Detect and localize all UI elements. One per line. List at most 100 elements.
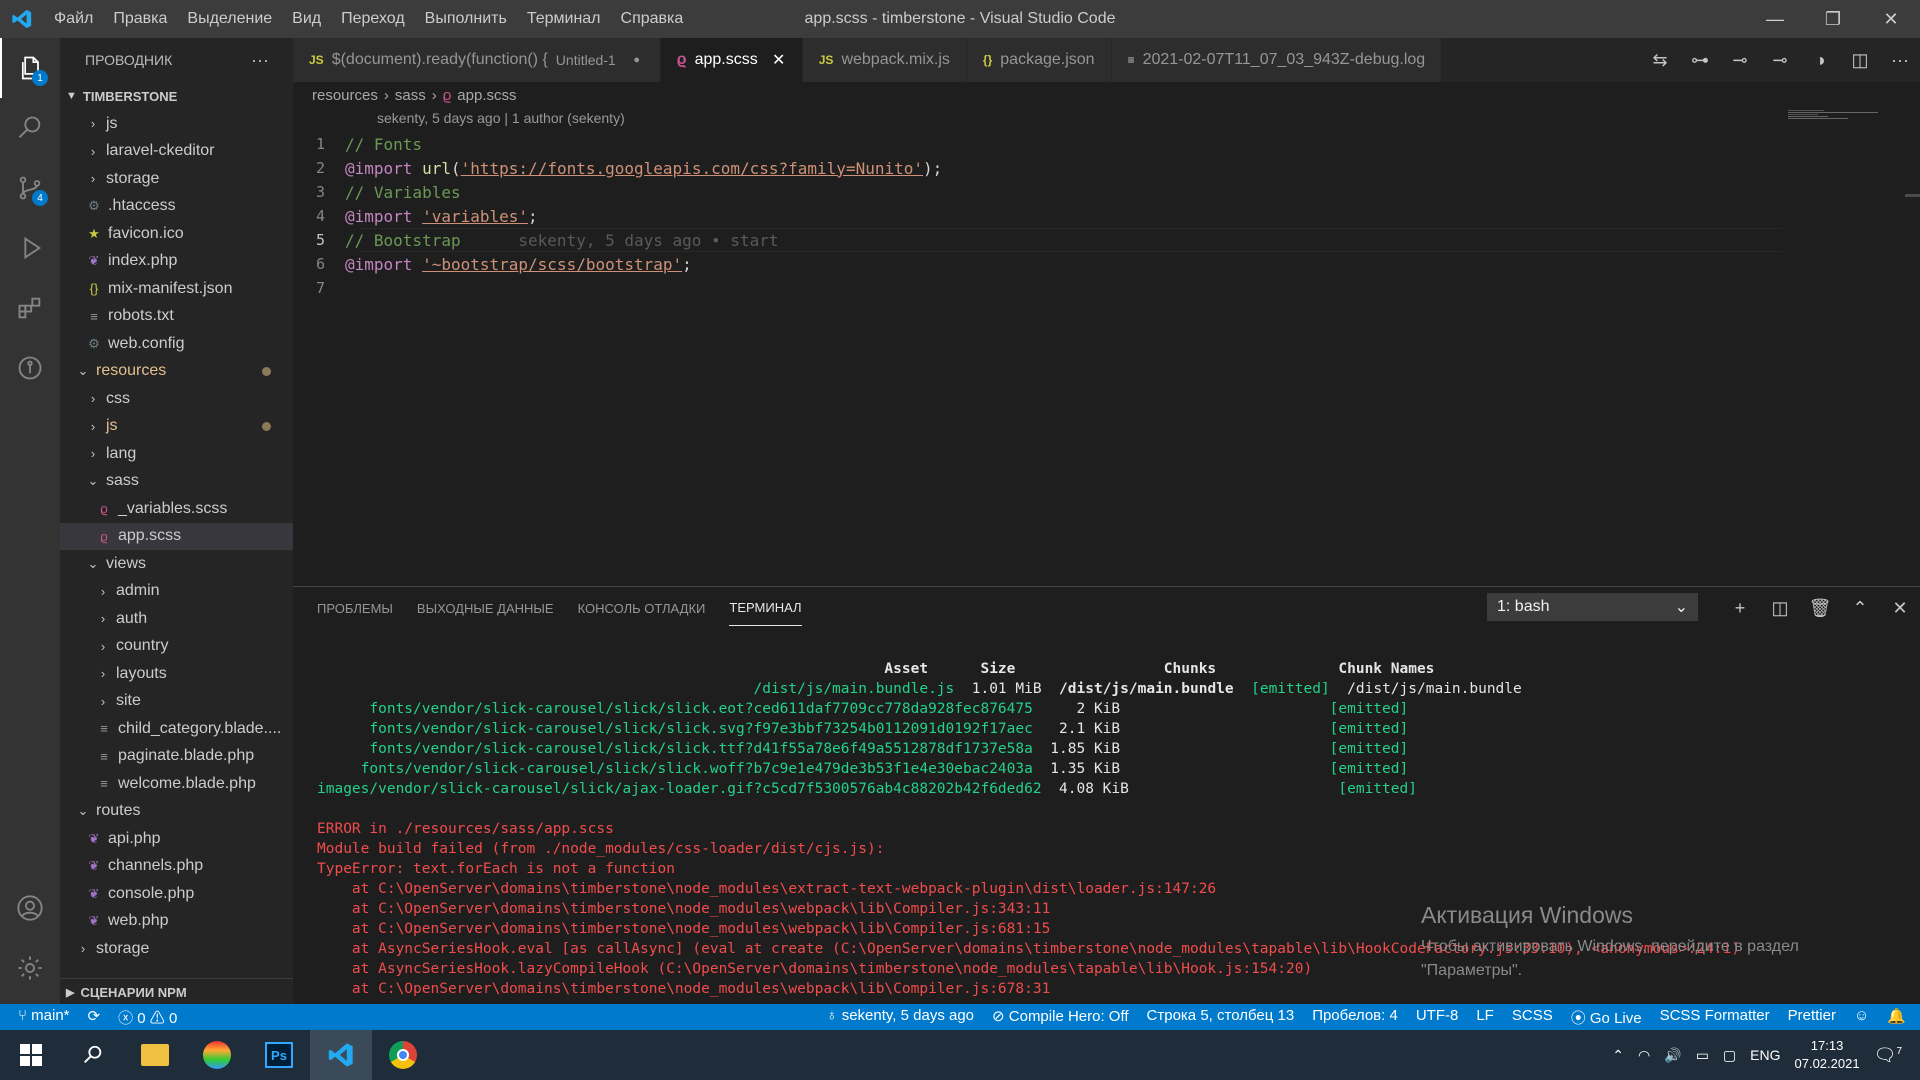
battery-icon[interactable]: ▭ bbox=[1696, 1047, 1709, 1064]
blame-toggle-icon[interactable]: ◑ bbox=[1800, 50, 1840, 71]
tree-item[interactable]: ⌄ resources bbox=[60, 358, 293, 386]
menu-item[interactable]: Выполнить bbox=[415, 10, 517, 27]
tree-item[interactable]: › country bbox=[60, 633, 293, 661]
search-icon[interactable] bbox=[62, 1030, 124, 1080]
tree-item[interactable]: › layouts bbox=[60, 660, 293, 688]
tree-item[interactable]: ϱ _variables.scss bbox=[60, 495, 293, 523]
menu-item[interactable]: Вид bbox=[282, 10, 331, 27]
scrollbar[interactable] bbox=[1905, 194, 1920, 197]
tree-item[interactable]: ❦ channels.php bbox=[60, 853, 293, 881]
trash-icon[interactable]: 🗑 bbox=[1800, 598, 1840, 619]
tree-item[interactable]: ❦ api.php bbox=[60, 825, 293, 853]
chevron-up-icon[interactable]: ⌃ bbox=[1612, 1047, 1624, 1064]
tree-item[interactable]: ⌄ views bbox=[60, 550, 293, 578]
more-actions-icon[interactable]: ··· bbox=[251, 50, 269, 71]
editor-tab[interactable]: ϱ app.scss ✕ bbox=[660, 38, 803, 82]
tree-item[interactable]: ≡ child_category.blade.... bbox=[60, 715, 293, 743]
menu-item[interactable]: Переход bbox=[331, 10, 415, 27]
vscode-logo-icon[interactable] bbox=[0, 8, 44, 30]
wifi-icon[interactable]: ◠ bbox=[1638, 1047, 1650, 1064]
clock[interactable]: 17:13 07.02.2021 bbox=[1795, 1037, 1860, 1073]
tree-item[interactable]: › css bbox=[60, 385, 293, 413]
code-editor[interactable]: 1 // Fonts 2 @import url('https://fonts.goo… bbox=[293, 132, 1773, 300]
panel-tab[interactable]: ВЫХОДНЫЕ ДАННЫЕ bbox=[417, 591, 554, 626]
menu-item[interactable]: Терминал bbox=[517, 10, 611, 27]
tree-item[interactable]: › storage bbox=[60, 935, 293, 963]
file-explorer-icon[interactable] bbox=[124, 1030, 186, 1080]
gitlens-icon[interactable] bbox=[0, 338, 60, 398]
compile-hero[interactable]: ⊘ Compile Hero: Off bbox=[992, 1007, 1129, 1028]
tree-item[interactable]: › lang bbox=[60, 440, 293, 468]
go-live[interactable]: ⦿ Go Live bbox=[1571, 1007, 1642, 1028]
explorer-icon[interactable]: 1 bbox=[0, 38, 60, 98]
tree-item[interactable]: ❦ console.php bbox=[60, 880, 293, 908]
unsaved-dot-icon[interactable]: ● bbox=[630, 54, 644, 66]
editor-tab[interactable]: {} package.json bbox=[966, 38, 1112, 82]
cursor-position[interactable]: Строка 5, столбец 13 bbox=[1147, 1007, 1295, 1028]
tree-item[interactable]: ⌄ sass bbox=[60, 468, 293, 496]
split-editor-icon[interactable]: ◫ bbox=[1840, 50, 1880, 71]
tree-item[interactable]: ❦ web.php bbox=[60, 908, 293, 936]
scss-formatter[interactable]: SCSS Formatter bbox=[1660, 1007, 1770, 1028]
close-tab-icon[interactable]: ✕ bbox=[772, 50, 786, 70]
npm-scripts-section[interactable]: ▶ СЦЕНАРИИ NPM bbox=[60, 978, 293, 1006]
breadcrumb-item[interactable]: sass bbox=[395, 87, 426, 104]
settings-gear-icon[interactable] bbox=[0, 938, 60, 998]
menu-item[interactable]: Справка bbox=[611, 10, 694, 27]
notification-center-icon[interactable]: 🗨7 bbox=[1874, 1045, 1902, 1066]
tree-item[interactable]: {} mix-manifest.json bbox=[60, 275, 293, 303]
problems-item[interactable]: ⓧ 0 ⚠ 0 bbox=[118, 1007, 177, 1028]
more-icon[interactable]: ··· bbox=[1880, 50, 1920, 71]
tree-item[interactable]: ★ favicon.ico bbox=[60, 220, 293, 248]
tree-item[interactable]: › storage bbox=[60, 165, 293, 193]
editor-tab[interactable]: JS webpack.mix.js bbox=[802, 38, 967, 82]
workspace-root[interactable]: ▼ TIMBERSTONE bbox=[60, 82, 293, 110]
minimap[interactable] bbox=[1788, 108, 1898, 120]
panel-tab[interactable]: КОНСОЛЬ ОТЛАДКИ bbox=[578, 591, 706, 626]
rainbow-app-icon[interactable] bbox=[186, 1030, 248, 1080]
tree-item[interactable]: ⚙ .htaccess bbox=[60, 193, 293, 221]
panel-tab[interactable]: ТЕРМИНАЛ bbox=[729, 590, 802, 626]
minimize-icon[interactable]: — bbox=[1746, 0, 1804, 38]
input-language[interactable]: ENG bbox=[1750, 1047, 1780, 1063]
previous-change-icon[interactable]: ⊸ bbox=[1720, 50, 1760, 71]
monitor-icon[interactable]: ▢ bbox=[1723, 1047, 1736, 1064]
status-blame[interactable]: ♁ sekenty, 5 days ago bbox=[826, 1007, 974, 1028]
language-mode[interactable]: SCSS bbox=[1512, 1007, 1553, 1028]
tree-item[interactable]: › site bbox=[60, 688, 293, 716]
editor-tab[interactable]: ≡ 2021-02-07T11_07_03_943Z-debug.log bbox=[1111, 38, 1443, 82]
windows-start-icon[interactable] bbox=[0, 1030, 62, 1080]
editor-tab[interactable]: JS $(document).ready(function() {Untitled… bbox=[293, 38, 661, 82]
indentation[interactable]: Пробелов: 4 bbox=[1312, 1007, 1398, 1028]
next-change-icon[interactable]: ⊸ bbox=[1760, 50, 1800, 71]
terminal-select[interactable]: 1: bash ⌄ bbox=[1487, 593, 1698, 621]
prettier[interactable]: Prettier bbox=[1788, 1007, 1836, 1028]
panel-tab[interactable]: ПРОБЛЕМЫ bbox=[317, 591, 393, 626]
source-control-icon[interactable]: 4 bbox=[0, 158, 60, 218]
menu-item[interactable]: Выделение bbox=[177, 10, 282, 27]
maximize-panel-icon[interactable]: ⌃ bbox=[1840, 598, 1880, 619]
search-icon[interactable] bbox=[0, 98, 60, 158]
close-window-icon[interactable]: ✕ bbox=[1862, 0, 1920, 38]
tree-item[interactable]: ⚙ web.config bbox=[60, 330, 293, 358]
run-debug-icon[interactable] bbox=[0, 218, 60, 278]
tree-item[interactable]: ≡ paginate.blade.php bbox=[60, 743, 293, 771]
tree-item[interactable]: › auth bbox=[60, 605, 293, 633]
tree-item[interactable]: › js bbox=[60, 110, 293, 138]
chrome-icon[interactable] bbox=[372, 1030, 434, 1080]
breadcrumb-item[interactable]: app.scss bbox=[457, 87, 516, 104]
accounts-icon[interactable] bbox=[0, 878, 60, 938]
end-of-line[interactable]: LF bbox=[1476, 1007, 1494, 1028]
tree-item[interactable]: › laravel-ckeditor bbox=[60, 138, 293, 166]
notifications-icon[interactable]: 🔔 bbox=[1887, 1007, 1906, 1028]
tree-item[interactable]: ϱ app.scss bbox=[60, 522, 293, 550]
feedback-icon[interactable]: ☺ bbox=[1854, 1007, 1869, 1028]
git-commit-icon[interactable]: ⊶ bbox=[1680, 50, 1720, 71]
close-panel-icon[interactable]: ✕ bbox=[1880, 598, 1920, 619]
volume-icon[interactable]: 🔊 bbox=[1664, 1047, 1681, 1064]
branch-item[interactable]: ⑂ main* bbox=[18, 1007, 70, 1028]
menu-item[interactable]: Файл bbox=[44, 10, 103, 27]
menu-item[interactable]: Правка bbox=[103, 10, 177, 27]
tree-item[interactable]: › admin bbox=[60, 578, 293, 606]
tree-item[interactable]: ⌄ routes bbox=[60, 798, 293, 826]
